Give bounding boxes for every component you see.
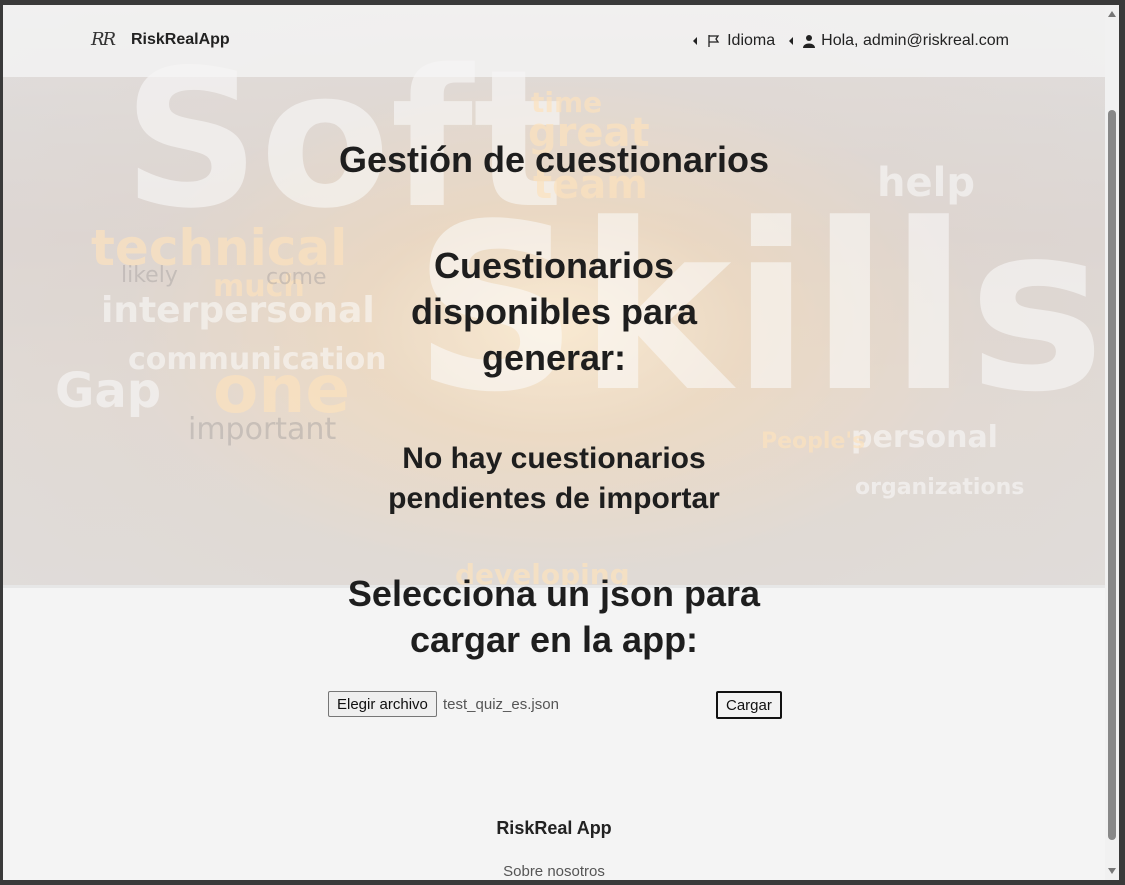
vertical-scrollbar[interactable] bbox=[1105, 5, 1119, 880]
about-us-link[interactable]: Sobre nosotros bbox=[3, 863, 1105, 880]
user-dropdown[interactable]: Hola, admin@riskreal.com bbox=[789, 32, 1009, 50]
flag-icon bbox=[708, 35, 720, 47]
browser-viewport: Soft Skills technical interpersonal comm… bbox=[3, 5, 1105, 880]
scroll-thumb[interactable] bbox=[1108, 110, 1116, 840]
top-navbar: RR RiskRealApp Idioma Hola, admin@riskre… bbox=[3, 5, 1105, 77]
page-title: Gestión de cuestionarios bbox=[338, 139, 770, 180]
caret-left-icon bbox=[789, 37, 794, 45]
caret-left-icon bbox=[693, 37, 698, 45]
no-pending-quizzes-message: No hay cuestionarios pendientes de impor… bbox=[388, 442, 720, 515]
available-quizzes-heading: Cuestionarios disponibles para generar: bbox=[410, 245, 698, 378]
user-icon bbox=[803, 35, 816, 48]
selected-file-name: test_quiz_es.json bbox=[443, 696, 559, 713]
user-greeting: Hola, admin@riskreal.com bbox=[821, 32, 1009, 49]
brand-name: RiskRealApp bbox=[131, 30, 230, 48]
brand-logo: RR bbox=[91, 29, 116, 50]
language-dropdown[interactable]: Idioma bbox=[693, 32, 775, 50]
select-json-heading: Selecciona un json para cargar en la app… bbox=[347, 573, 761, 660]
upload-form: Elegir archivo test_quiz_es.json Cargar bbox=[328, 691, 788, 721]
load-button[interactable]: Cargar bbox=[716, 691, 782, 719]
choose-file-button[interactable]: Elegir archivo bbox=[328, 691, 437, 717]
scroll-down-icon[interactable] bbox=[1108, 868, 1116, 874]
footer-title: RiskReal App bbox=[496, 818, 612, 838]
brand-link[interactable]: RR RiskRealApp bbox=[91, 29, 230, 50]
scroll-up-icon[interactable] bbox=[1108, 11, 1116, 17]
language-label: Idioma bbox=[727, 32, 776, 49]
navbar-right-menu: Idioma Hola, admin@riskreal.com bbox=[693, 32, 1009, 50]
